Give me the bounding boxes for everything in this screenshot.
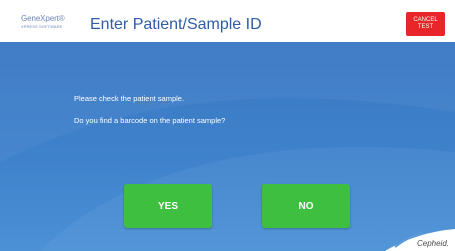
main-panel: Please check the patient sample. Do you …	[0, 42, 455, 251]
cancel-label-line1: CANCEL	[413, 17, 438, 23]
cancel-label-line2: TEST	[417, 24, 434, 30]
page-title: Enter Patient/Sample ID	[90, 16, 262, 33]
prompt-barcode-question: Do you find a barcode on the patient sam…	[74, 116, 226, 125]
logo-subtitle: XPRESS SOFTWARE	[21, 24, 63, 29]
background-swoosh	[0, 42, 455, 251]
cancel-test-button[interactable]: CANCEL TEST	[406, 12, 445, 36]
prompt-check-sample: Please check the patient sample.	[74, 94, 185, 103]
header-bar: GeneXpert® XPRESS SOFTWARE Enter Patient…	[0, 0, 455, 42]
no-button[interactable]: NO	[262, 184, 350, 228]
cepheid-logo: Cepheid.	[416, 239, 449, 248]
genexpert-logo: GeneXpert® XPRESS SOFTWARE	[21, 14, 71, 36]
yes-button[interactable]: YES	[124, 184, 212, 228]
logo-name: GeneXpert®	[21, 14, 65, 23]
